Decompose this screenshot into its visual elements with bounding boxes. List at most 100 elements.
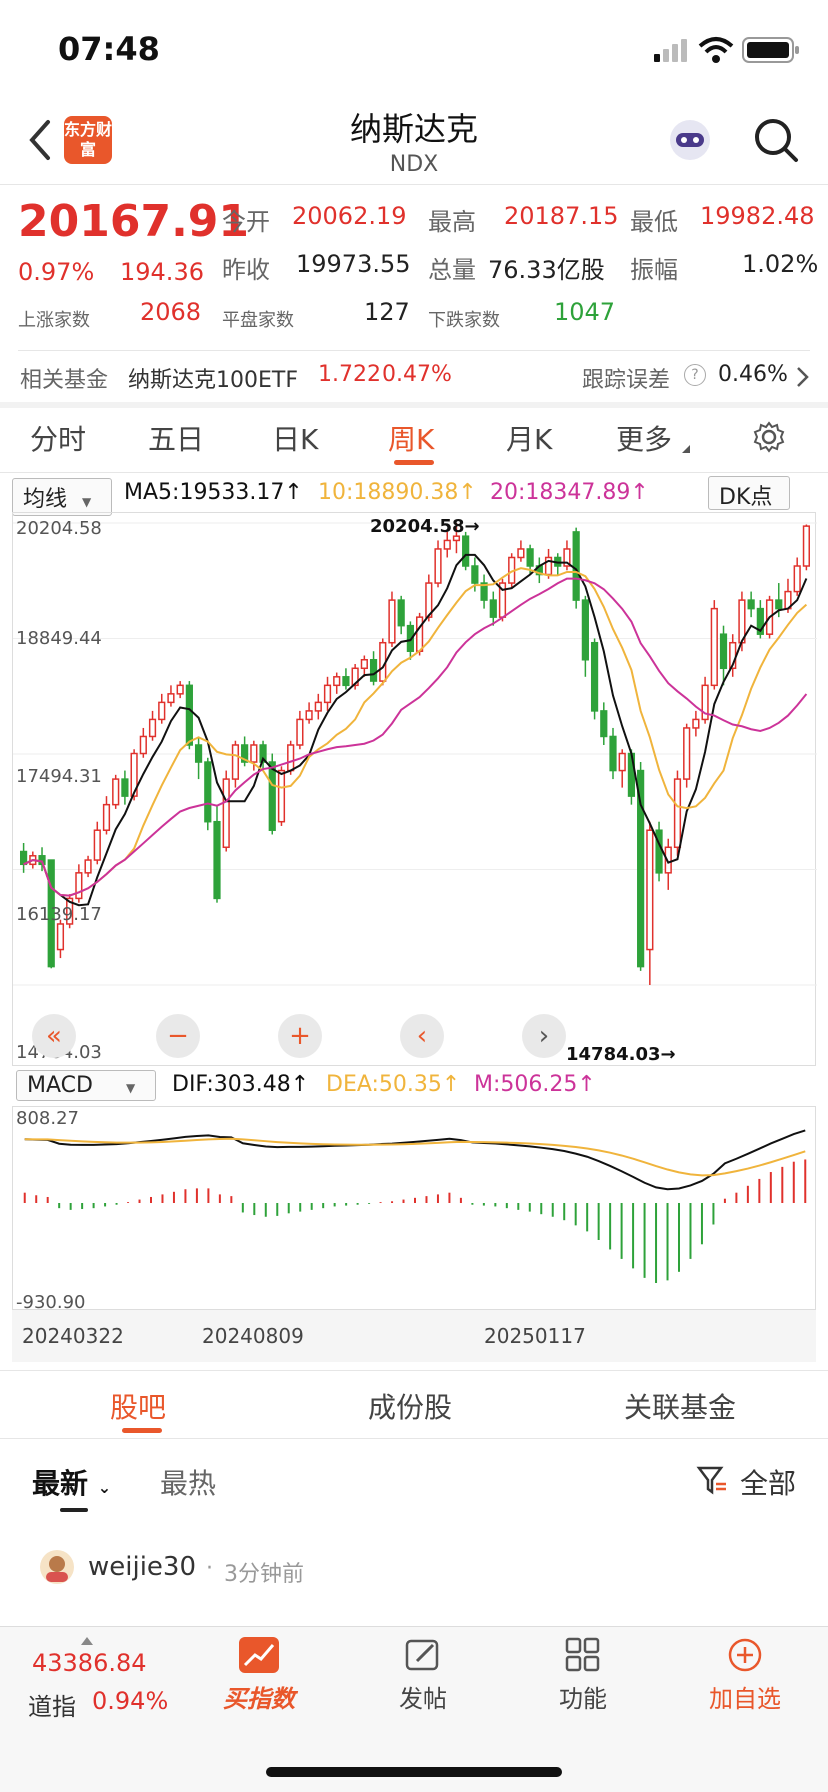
candle-body: [710, 607, 718, 687]
y-label-3: 17494.31: [16, 766, 102, 787]
candle: [701, 676, 709, 724]
candle-body: [296, 718, 304, 746]
candle-body: [158, 701, 166, 721]
kline-chart[interactable]: [12, 512, 817, 1066]
candle: [683, 723, 691, 788]
tab-weekly-k[interactable]: 周K: [388, 418, 434, 458]
candle-body: [231, 744, 240, 780]
change-percent: 0.97%: [18, 258, 95, 286]
candle: [139, 727, 147, 758]
candle-body: [277, 769, 286, 823]
candle-body: [609, 735, 617, 772]
candle-body: [84, 859, 92, 874]
search-icon[interactable]: [752, 116, 800, 164]
macd-chart[interactable]: [12, 1106, 816, 1310]
candle: [213, 804, 221, 903]
candle-body: [692, 718, 700, 729]
candle: [167, 685, 175, 707]
dif-line: [24, 1129, 806, 1191]
candle-body: [462, 535, 470, 567]
tab-guba[interactable]: 股吧: [110, 1386, 166, 1426]
filter-indicator: [60, 1508, 88, 1512]
tab-daily-k[interactable]: 日K: [272, 418, 318, 458]
volume-label: 总量: [428, 256, 476, 284]
dif-value: DIF:303.48↑: [172, 1072, 310, 1097]
candle-body: [517, 548, 525, 559]
divider: [0, 1370, 828, 1371]
max-price-note: 20204.58→: [370, 516, 480, 537]
zoom-out-button[interactable]: −: [156, 1014, 200, 1058]
candle-body: [121, 778, 129, 797]
tab-related-funds[interactable]: 关联基金: [624, 1386, 736, 1426]
user-avatar[interactable]: [38, 1548, 76, 1586]
compose-icon: [403, 1637, 443, 1673]
robot-assistant-icon[interactable]: [666, 116, 714, 164]
y-label-2: 18849.44: [16, 628, 102, 649]
dk-point-label: DK点: [719, 485, 773, 510]
ma-select[interactable]: 均线 ▼: [12, 478, 112, 516]
tab-five-day[interactable]: 五日: [148, 418, 204, 458]
candle: [480, 574, 488, 609]
candle: [397, 595, 405, 635]
filter-hot[interactable]: 最热: [160, 1462, 216, 1502]
signal-icon: [652, 38, 688, 62]
divider: [18, 350, 810, 351]
tab-more[interactable]: 更多: [616, 418, 672, 458]
related-fund-row[interactable]: 相关基金 纳斯达克100ETF 1.722 0.47% 跟踪误差 ? 0.46%: [0, 356, 828, 400]
open-value: 20062.19: [292, 202, 407, 230]
tab-functions[interactable]: 功能: [538, 1637, 628, 1714]
indicator-select-label: MACD: [27, 1073, 93, 1098]
candle: [692, 710, 700, 737]
related-fund-pct: 0.47%: [382, 362, 452, 387]
plus-circle-icon: [725, 1637, 765, 1673]
candle-body: [655, 829, 663, 874]
candle-body: [56, 923, 65, 951]
zoom-in-button[interactable]: +: [278, 1014, 322, 1058]
candle-body: [673, 778, 682, 849]
caret-down-icon: ▼: [125, 1081, 136, 1095]
tab-monthly-k[interactable]: 月K: [506, 418, 552, 458]
scroll-left-button[interactable]: ‹: [400, 1014, 444, 1058]
tab-buy-index[interactable]: 买指数: [214, 1637, 304, 1714]
candle: [462, 531, 470, 571]
dow-index-value[interactable]: 43386.84: [32, 1649, 147, 1677]
candle: [646, 821, 654, 985]
home-indicator: [266, 1767, 562, 1777]
tab-constituents[interactable]: 成份股: [368, 1386, 452, 1426]
candle: [388, 591, 396, 647]
candle: [93, 821, 101, 865]
tab-post[interactable]: 发帖: [378, 1637, 468, 1714]
help-icon[interactable]: ?: [684, 364, 706, 386]
dow-index-pct[interactable]: 0.94%: [92, 1687, 168, 1715]
dk-point-button[interactable]: DK点: [708, 476, 790, 510]
candle: [369, 651, 378, 686]
high-label: 最高: [428, 208, 476, 236]
candle-body: [204, 761, 212, 823]
chevron-right-icon: [794, 366, 810, 388]
candle: [590, 638, 599, 720]
candle: [342, 668, 350, 690]
indicator-select[interactable]: MACD ▼: [16, 1070, 156, 1101]
candle: [194, 736, 203, 780]
dow-index-name[interactable]: 道指: [28, 1687, 76, 1722]
post-username[interactable]: weijie30: [88, 1552, 196, 1582]
candle-body: [93, 829, 101, 861]
filter-all[interactable]: 全部: [740, 1462, 796, 1502]
candle: [581, 595, 589, 677]
candle-body: [369, 659, 378, 682]
settings-gear-icon[interactable]: [752, 420, 786, 454]
scroll-right-button[interactable]: ›: [522, 1014, 566, 1058]
candle-body: [646, 829, 654, 951]
scroll-first-button[interactable]: «: [32, 1014, 76, 1058]
grid-icon: [563, 1637, 603, 1673]
candle: [84, 855, 92, 878]
candle-body: [775, 599, 783, 610]
candle-body: [102, 803, 111, 831]
tab-intraday[interactable]: 分时: [30, 418, 86, 458]
filter-latest[interactable]: 最新 ⌄: [32, 1462, 111, 1502]
dea-value: DEA:50.35↑: [326, 1072, 461, 1097]
tab-add-watchlist[interactable]: 加自选: [700, 1637, 790, 1714]
related-fund-label: 相关基金: [20, 368, 109, 393]
candle: [756, 600, 764, 639]
filter-funnel-icon[interactable]: [696, 1464, 728, 1496]
